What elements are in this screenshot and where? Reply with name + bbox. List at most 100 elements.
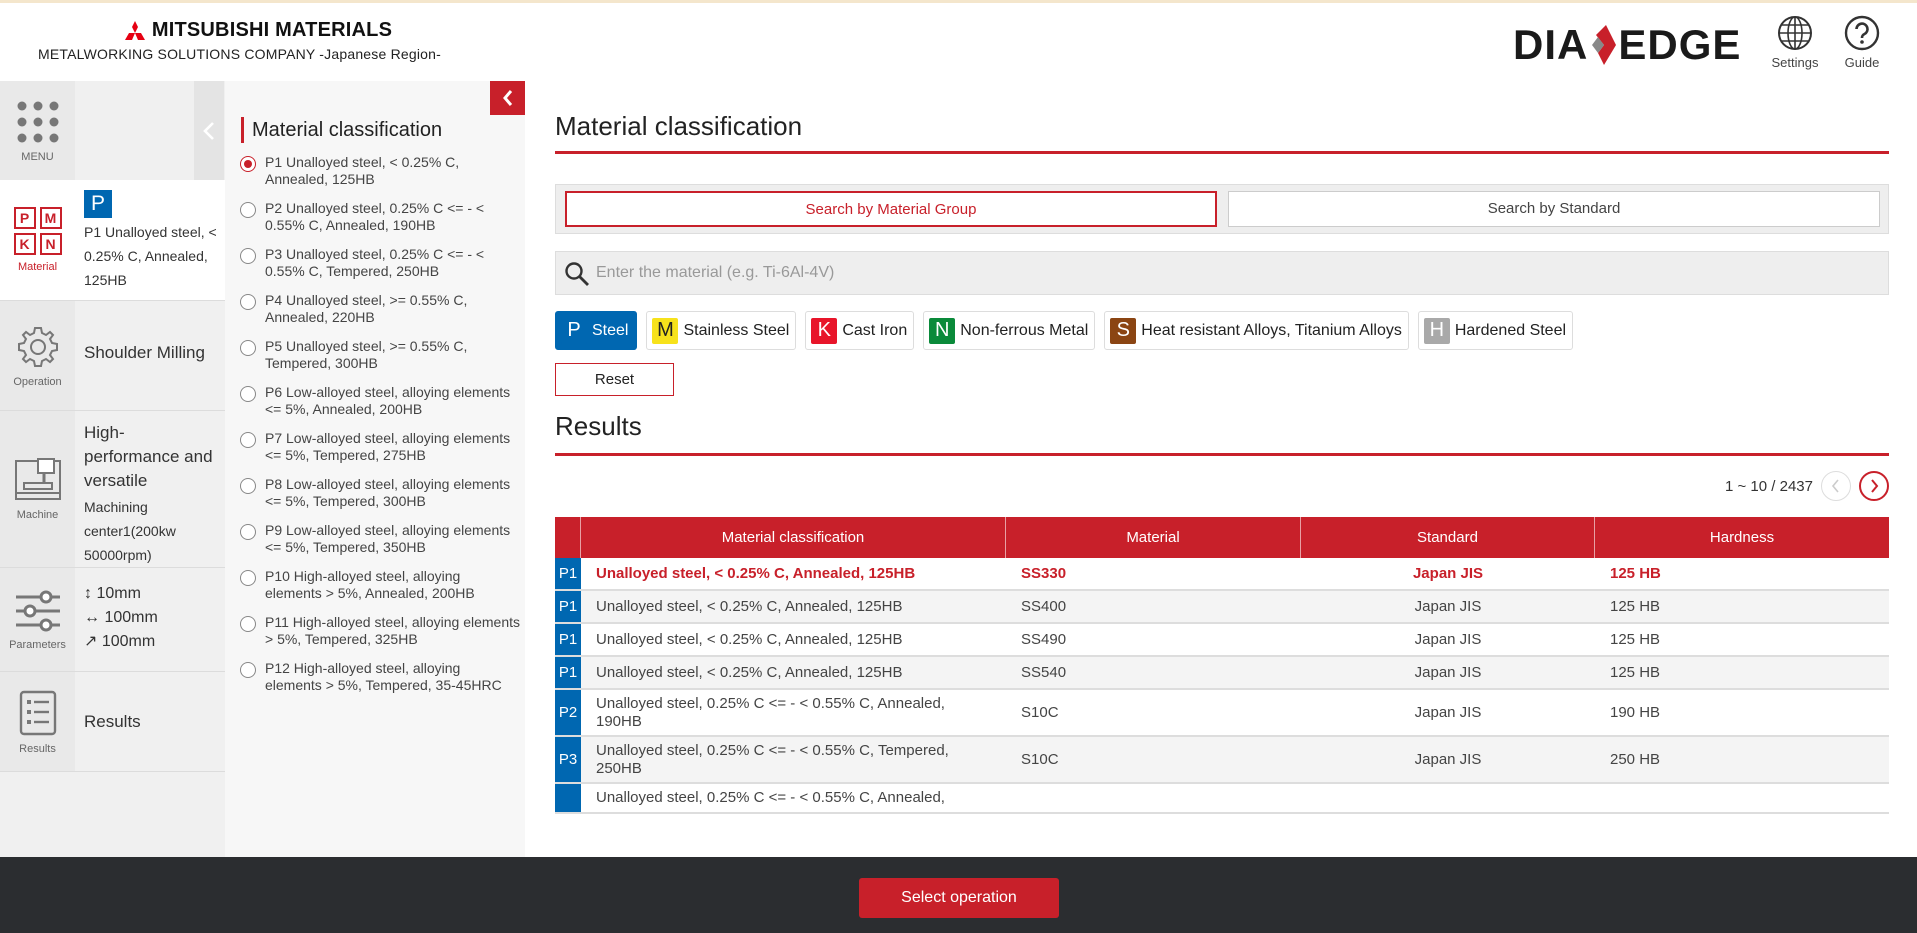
filter-chip-s[interactable]: S Heat resistant Alloys, Titanium Alloys bbox=[1104, 311, 1409, 350]
chip-code-badge: H bbox=[1423, 317, 1450, 344]
sidebar-menu[interactable]: MENU bbox=[0, 81, 225, 180]
cell-material bbox=[1006, 784, 1301, 812]
question-icon bbox=[1844, 15, 1880, 51]
cell-material: S10C bbox=[1021, 750, 1059, 768]
table-row[interactable]: P3 Unalloyed steel, 0.25% C <= - < 0.55% … bbox=[555, 737, 1889, 784]
cell-hardness: 125 HB bbox=[1610, 630, 1661, 648]
classification-option[interactable]: P5 Unalloyed steel, >= 0.55% C, Tempered… bbox=[240, 338, 520, 372]
th-classification[interactable]: Material classification bbox=[581, 517, 1006, 558]
cell-classification: Unalloyed steel, < 0.25% C, Annealed, 12… bbox=[596, 630, 903, 648]
diaedge-logo[interactable]: DIA EDGE bbox=[1513, 21, 1741, 68]
cell-hardness: 190 HB bbox=[1610, 703, 1661, 721]
classification-option[interactable]: P6 Low-alloyed steel, alloying elements … bbox=[240, 384, 520, 418]
sidebar-item-results[interactable]: Results Results bbox=[0, 672, 225, 772]
chevron-left-icon bbox=[502, 90, 512, 106]
cell-group: P1 bbox=[555, 558, 581, 589]
th-material[interactable]: Material bbox=[1006, 517, 1301, 558]
table-row[interactable]: P1 Unalloyed steel, < 0.25% C, Annealed, … bbox=[555, 624, 1889, 657]
classification-option[interactable]: P11 High-alloyed steel, alloying element… bbox=[240, 614, 520, 648]
sliders-icon bbox=[15, 590, 60, 631]
select-operation-button[interactable]: Select operation bbox=[859, 878, 1059, 918]
radio-unchecked-icon[interactable] bbox=[240, 524, 256, 540]
sidebar-item-material[interactable]: P M K N Material P P1 Unalloyed steel, <… bbox=[0, 180, 225, 301]
classification-option-label: P5 Unalloyed steel, >= 0.55% C, Tempered… bbox=[265, 338, 468, 371]
classification-option-label: P11 High-alloyed steel, alloying element… bbox=[265, 614, 520, 647]
cell-hardness: 250 HB bbox=[1610, 750, 1661, 768]
radio-unchecked-icon[interactable] bbox=[240, 662, 256, 678]
filter-chip-h[interactable]: H Hardened Steel bbox=[1417, 311, 1574, 350]
th-standard[interactable]: Standard bbox=[1301, 517, 1595, 558]
tab-search-by-group[interactable]: Search by Material Group bbox=[565, 191, 1217, 227]
radio-unchecked-icon[interactable] bbox=[240, 616, 256, 632]
cell-standard: Japan JIS bbox=[1414, 703, 1482, 721]
classification-option[interactable]: P12 High-alloyed steel, alloying element… bbox=[240, 660, 520, 694]
brand-subtitle: METALWORKING SOLUTIONS COMPANY -Japanese… bbox=[38, 46, 442, 62]
sidebar-item-operation[interactable]: Operation Shoulder Milling bbox=[0, 301, 225, 411]
radio-unchecked-icon[interactable] bbox=[240, 432, 256, 448]
radio-unchecked-icon[interactable] bbox=[240, 294, 256, 310]
guide-button[interactable]: Guide bbox=[1832, 15, 1892, 75]
reset-button[interactable]: Reset bbox=[555, 363, 674, 396]
cell-group: P1 bbox=[555, 624, 581, 655]
machine-nav-label: Machine bbox=[16, 509, 59, 521]
classification-option[interactable]: P2 Unalloyed steel, 0.25% C <= - < 0.55%… bbox=[240, 200, 520, 234]
th-hardness[interactable]: Hardness bbox=[1595, 517, 1889, 558]
radio-unchecked-icon[interactable] bbox=[240, 248, 256, 264]
next-page-button[interactable] bbox=[1859, 471, 1889, 501]
table-row[interactable]: P1 Unalloyed steel, < 0.25% C, Annealed, … bbox=[555, 657, 1889, 690]
mitsubishi-diamonds-icon bbox=[124, 20, 145, 40]
results-nav-text: Results bbox=[84, 712, 141, 731]
classification-option-label: P7 Low-alloyed steel, alloying elements … bbox=[265, 430, 511, 463]
panel-collapse-button[interactable] bbox=[490, 81, 525, 115]
menu-grid-icon bbox=[17, 101, 58, 142]
filter-chip-m[interactable]: M Stainless Steel bbox=[646, 311, 797, 350]
filter-chip-k[interactable]: K Cast Iron bbox=[805, 311, 915, 350]
cell-classification: Unalloyed steel, < 0.25% C, Annealed, 12… bbox=[596, 663, 903, 681]
chevron-left-icon bbox=[203, 121, 214, 140]
classification-option-label: P9 Low-alloyed steel, alloying elements … bbox=[265, 522, 511, 555]
table-row[interactable]: P1 Unalloyed steel, < 0.25% C, Annealed, … bbox=[555, 558, 1889, 591]
settings-button[interactable]: Settings bbox=[1765, 15, 1825, 75]
table-header: Material classification Material Standar… bbox=[555, 517, 1889, 558]
radio-unchecked-icon[interactable] bbox=[240, 478, 256, 494]
cell-material: SS330 bbox=[1021, 564, 1067, 582]
classification-option[interactable]: P9 Low-alloyed steel, alloying elements … bbox=[240, 522, 520, 556]
brand[interactable]: MITSUBISHI MATERIALS METALWORKING SOLUTI… bbox=[38, 19, 478, 62]
tab-search-by-standard[interactable]: Search by Standard bbox=[1228, 191, 1880, 227]
chevron-right-icon bbox=[1871, 479, 1879, 493]
brand-name: MITSUBISHI MATERIALS bbox=[151, 19, 393, 41]
main-content: Material classification Search by Materi… bbox=[555, 81, 1889, 857]
radio-unchecked-icon[interactable] bbox=[240, 202, 256, 218]
filter-chip-p[interactable]: P Steel bbox=[555, 311, 638, 350]
logo-left-text: DIA bbox=[1513, 21, 1589, 68]
radio-checked-icon[interactable] bbox=[240, 156, 256, 172]
table-row[interactable]: P2 Unalloyed steel, 0.25% C <= - < 0.55% … bbox=[555, 690, 1889, 737]
classification-option[interactable]: P10 High-alloyed steel, alloying element… bbox=[240, 568, 520, 602]
material-group-filters: P Steel M Stainless Steel K Cast Iron N Non-fer… bbox=[555, 311, 1574, 351]
table-row[interactable]: Unalloyed steel, 0.25% C <= - < 0.55% C,… bbox=[555, 784, 1889, 814]
sidebar-item-machine[interactable]: Machine High-performance and versatile M… bbox=[0, 411, 225, 568]
th-group bbox=[555, 517, 581, 558]
sidebar-collapse-handle[interactable] bbox=[194, 81, 224, 180]
results-list-icon bbox=[19, 690, 56, 735]
chevron-left-icon bbox=[1831, 479, 1839, 493]
cell-standard bbox=[1301, 784, 1595, 812]
left-sidebar: MENU P M K N Material P P1 Unalloyed ste… bbox=[0, 81, 225, 857]
classification-option[interactable]: P8 Low-alloyed steel, alloying elements … bbox=[240, 476, 520, 510]
chip-label: Stainless Steel bbox=[683, 321, 790, 339]
chip-code-badge: K bbox=[811, 317, 838, 344]
results-nav-label: Results bbox=[19, 742, 56, 755]
table-row[interactable]: P1 Unalloyed steel, < 0.25% C, Annealed, … bbox=[555, 591, 1889, 624]
classification-option[interactable]: P1 Unalloyed steel, < 0.25% C, Annealed,… bbox=[240, 154, 520, 188]
classification-option[interactable]: P4 Unalloyed steel, >= 0.55% C, Annealed… bbox=[240, 292, 520, 326]
material-search-input[interactable] bbox=[596, 252, 1876, 294]
radio-unchecked-icon[interactable] bbox=[240, 340, 256, 356]
prev-page-button[interactable] bbox=[1821, 471, 1851, 501]
classification-option-label: P6 Low-alloyed steel, alloying elements … bbox=[265, 384, 511, 417]
filter-chip-n[interactable]: N Non-ferrous Metal bbox=[923, 311, 1096, 350]
radio-unchecked-icon[interactable] bbox=[240, 570, 256, 586]
classification-option[interactable]: P3 Unalloyed steel, 0.25% C <= - < 0.55%… bbox=[240, 246, 520, 280]
classification-option[interactable]: P7 Low-alloyed steel, alloying elements … bbox=[240, 430, 520, 464]
radio-unchecked-icon[interactable] bbox=[240, 386, 256, 402]
sidebar-item-parameters[interactable]: Parameters ↕ 10mm ↔ 100mm ↗ 100mm bbox=[0, 568, 225, 672]
